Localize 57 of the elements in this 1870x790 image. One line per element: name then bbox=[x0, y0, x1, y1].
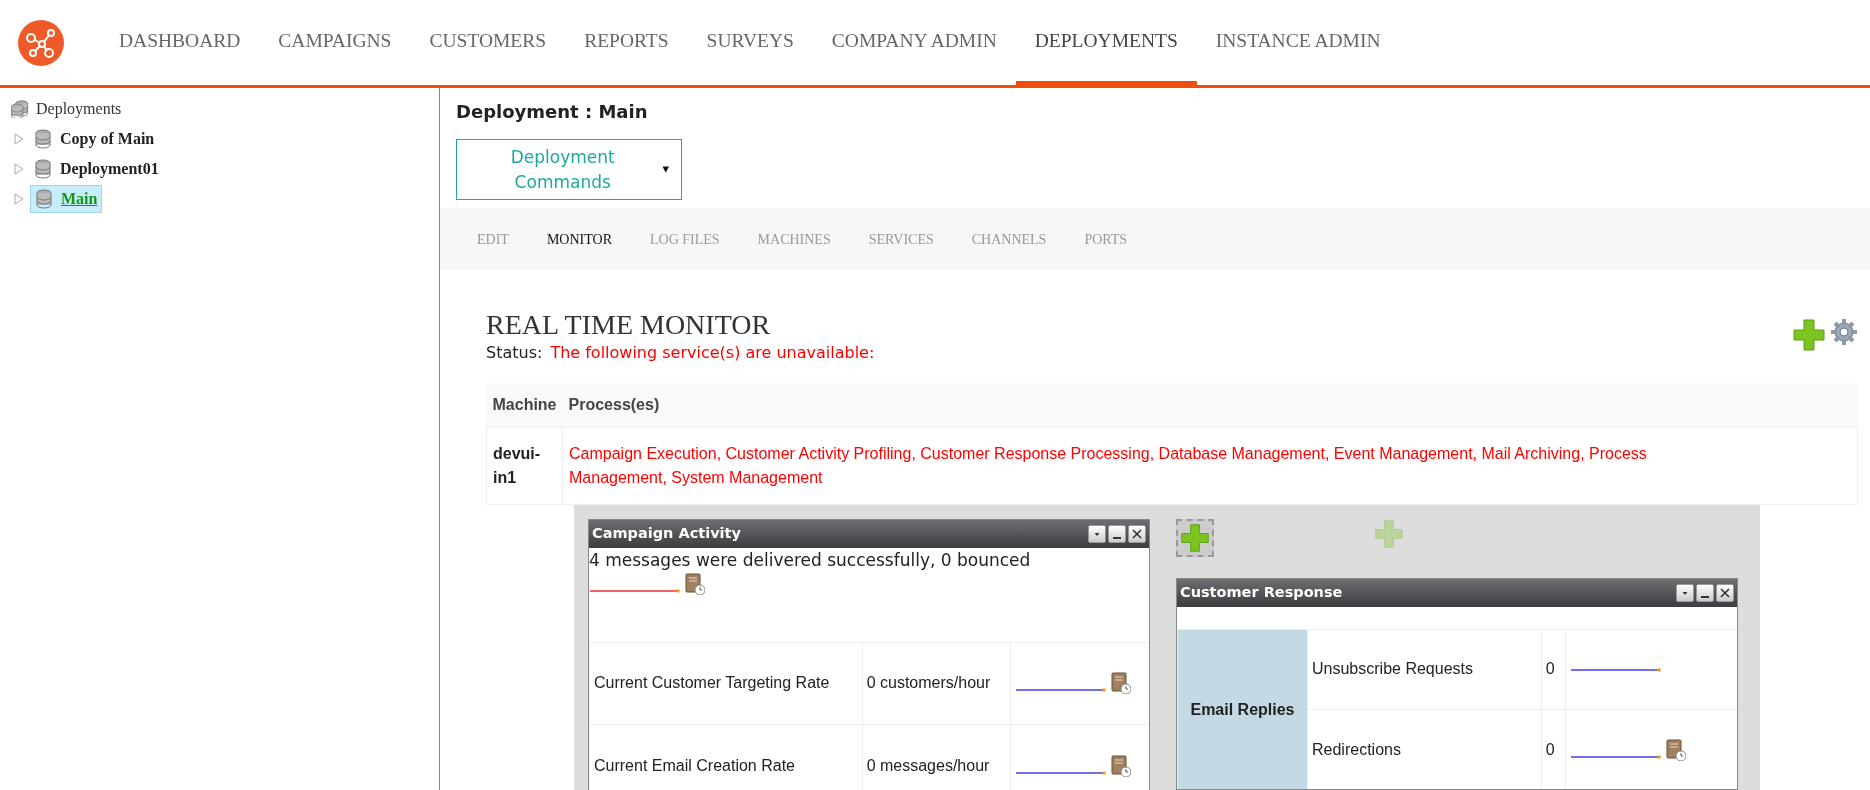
metric-value: 0 messages/hour bbox=[862, 724, 1011, 790]
database-icon bbox=[35, 189, 53, 209]
tree-root-label[interactable]: Deployments bbox=[36, 97, 122, 121]
minimize-icon bbox=[1701, 595, 1709, 598]
minimize-button[interactable] bbox=[1696, 583, 1714, 602]
section-title: REAL TIME MONITOR bbox=[486, 310, 772, 341]
database-icon bbox=[34, 129, 52, 149]
close-button[interactable] bbox=[1128, 524, 1146, 543]
tree-item[interactable]: Copy of Main bbox=[30, 126, 159, 152]
page-title: Deployment : Main bbox=[455, 100, 649, 124]
metric-label: Current Email Creation Rate bbox=[589, 724, 863, 790]
nav-link[interactable]: CAMPAIGNS bbox=[259, 0, 411, 88]
nav-link[interactable]: CUSTOMERS bbox=[410, 0, 566, 88]
column-header: Machine bbox=[486, 382, 563, 428]
close-button[interactable] bbox=[1716, 583, 1734, 602]
close-icon bbox=[1720, 587, 1730, 598]
group-label: Email Replies bbox=[1177, 629, 1308, 790]
report-icon[interactable] bbox=[1110, 672, 1131, 695]
metric-value: 0 customers/hour bbox=[862, 642, 1011, 725]
commands-dropdown[interactable]: Deployment Commands ▾ bbox=[456, 139, 682, 200]
collapse-button[interactable] bbox=[1676, 583, 1694, 602]
nav-link[interactable]: COMPANY ADMIN bbox=[812, 0, 1016, 88]
report-icon[interactable] bbox=[685, 573, 705, 596]
tree-item[interactable]: Main bbox=[30, 185, 103, 213]
close-icon bbox=[1132, 528, 1142, 539]
tab[interactable]: MONITOR bbox=[527, 228, 631, 250]
nav-link[interactable]: DEPLOYMENTS bbox=[1015, 0, 1197, 88]
nav-link[interactable]: SURVEYS bbox=[687, 0, 813, 88]
metric-label: Current Customer Targeting Rate bbox=[589, 642, 863, 725]
table-cell: devui-in1 bbox=[486, 427, 563, 505]
database-icon bbox=[34, 159, 52, 179]
settings-icon[interactable] bbox=[1830, 318, 1858, 346]
widget-title: Campaign Activity bbox=[592, 523, 742, 543]
metric-label: Redirections bbox=[1307, 709, 1542, 790]
metric-value: 0 bbox=[1541, 709, 1566, 790]
minimize-button[interactable] bbox=[1108, 524, 1126, 543]
nav-link[interactable]: REPORTS bbox=[565, 0, 688, 88]
collapse-icon bbox=[1681, 590, 1689, 596]
status-message: The following service(s) are unavailable: bbox=[550, 341, 875, 364]
database-icon bbox=[10, 100, 30, 118]
report-icon[interactable] bbox=[1666, 738, 1687, 761]
collapse-button[interactable] bbox=[1088, 524, 1106, 543]
collapse-icon bbox=[1093, 531, 1101, 537]
add-icon[interactable] bbox=[1792, 318, 1826, 352]
table-cell: Campaign Execution, Customer Activity Profiling, Customer Response Processing, Database Management, Event Management, Mail Archiving, Process Management, System Management bbox=[562, 427, 1858, 505]
column-header: Process(es) bbox=[562, 382, 1858, 428]
tree-item[interactable]: Deployment01 bbox=[30, 156, 163, 182]
nav-link[interactable]: INSTANCE ADMIN bbox=[1196, 0, 1400, 88]
metric-value: 0 bbox=[1541, 629, 1566, 710]
report-icon[interactable] bbox=[1110, 754, 1131, 777]
summary-text: 4 messages were delivered successfully, 0 bounced bbox=[589, 548, 1032, 572]
status-label: Status: bbox=[486, 341, 543, 364]
nav-link[interactable]: DASHBOARD bbox=[100, 0, 260, 88]
minimize-icon bbox=[1113, 536, 1121, 539]
metric-label: Unsubscribe Requests bbox=[1307, 629, 1542, 710]
widget-title: Customer Response bbox=[1180, 582, 1344, 602]
logo-icon bbox=[18, 19, 64, 66]
